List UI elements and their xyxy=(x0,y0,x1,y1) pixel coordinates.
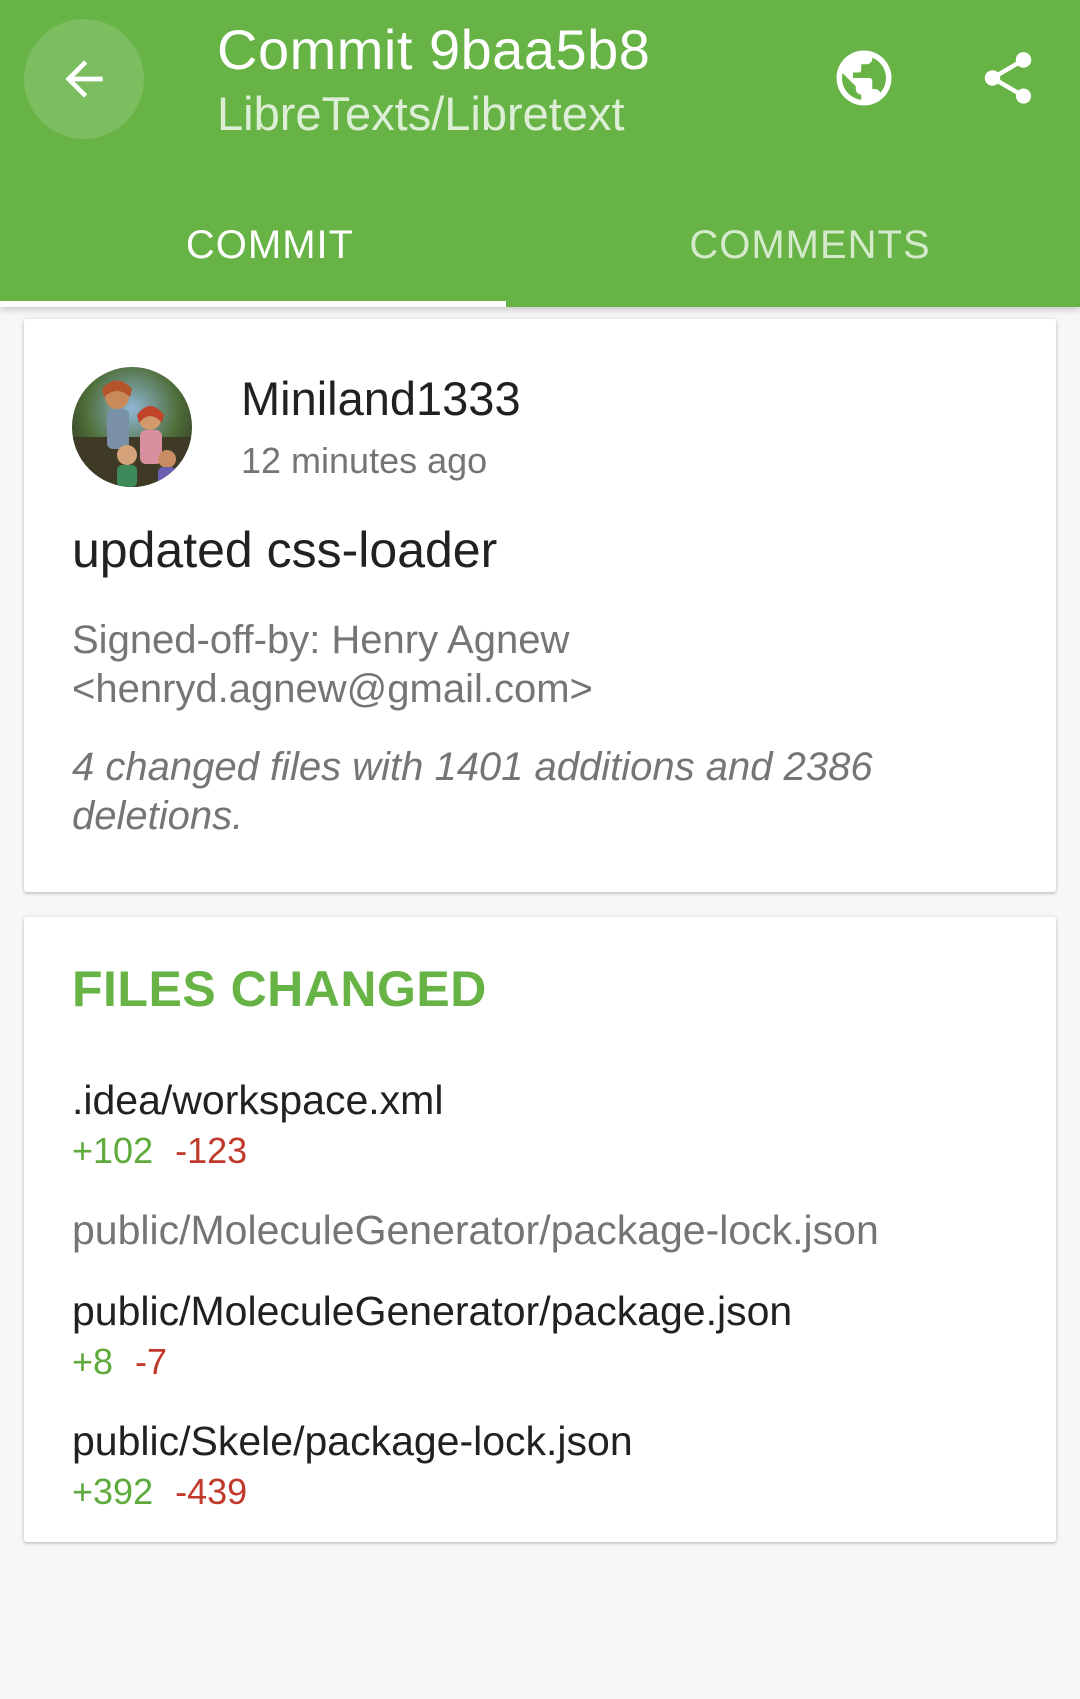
additions-count: +392 xyxy=(72,1471,154,1512)
commit-author[interactable]: Miniland1333 xyxy=(241,369,521,429)
file-stats: +8 -7 xyxy=(72,1339,1012,1385)
file-name: public/MoleculeGenerator/package-lock.js… xyxy=(72,1207,879,1253)
file-item[interactable]: public/MoleculeGenerator/package-lock.js… xyxy=(72,1204,1012,1256)
additions-count: +8 xyxy=(72,1341,114,1382)
share-button[interactable] xyxy=(970,40,1046,116)
additions-count: +102 xyxy=(72,1130,154,1171)
commit-summary: 4 changed files with 1401 additions and … xyxy=(72,745,873,838)
avatar[interactable] xyxy=(72,367,192,487)
files-changed-card: FILES CHANGED .idea/workspace.xml +102 -1… xyxy=(24,917,1056,1542)
file-name: public/Skele/package-lock.json xyxy=(72,1418,633,1464)
app-bar: Commit 9baa5b8 LibreTexts/Libretext COMM… xyxy=(0,0,1080,307)
tab-commit[interactable]: COMMIT xyxy=(0,196,540,307)
arrow-back-icon xyxy=(65,60,103,98)
commit-card: Miniland1333 12 minutes ago updated css-… xyxy=(24,319,1056,892)
file-name: .idea/workspace.xml xyxy=(72,1077,444,1123)
deletions-count: -7 xyxy=(135,1341,168,1382)
file-name: public/MoleculeGenerator/package.json xyxy=(72,1288,793,1334)
share-icon xyxy=(984,52,1032,104)
file-stats: +102 -123 xyxy=(72,1128,1012,1174)
file-item[interactable]: public/MoleculeGenerator/package.json +8… xyxy=(72,1285,1012,1385)
title-block: Commit 9baa5b8 LibreTexts/Libretext xyxy=(217,14,650,144)
repository-subtitle: LibreTexts/Libretext xyxy=(217,87,625,140)
file-item[interactable]: public/Skele/package-lock.json +392 -439 xyxy=(72,1415,1012,1515)
tab-bar: COMMIT COMMENTS xyxy=(0,196,1080,307)
page-title: Commit 9baa5b8 xyxy=(217,18,651,81)
open-in-browser-button[interactable] xyxy=(826,40,902,116)
commit-signoff: Signed-off-by: Henry Agnew <henryd.agnew… xyxy=(72,618,593,711)
file-stats: +392 -439 xyxy=(72,1469,1012,1515)
commit-message: updated css-loader xyxy=(72,522,498,578)
back-button[interactable] xyxy=(24,19,144,139)
globe-icon xyxy=(836,50,892,106)
tab-comments[interactable]: COMMENTS xyxy=(540,196,1080,307)
file-item[interactable]: .idea/workspace.xml +102 -123 xyxy=(72,1074,1012,1174)
files-changed-header: FILES CHANGED xyxy=(72,961,487,1017)
commit-time: 12 minutes ago xyxy=(241,440,488,481)
deletions-count: -123 xyxy=(175,1130,248,1171)
deletions-count: -439 xyxy=(175,1471,248,1512)
